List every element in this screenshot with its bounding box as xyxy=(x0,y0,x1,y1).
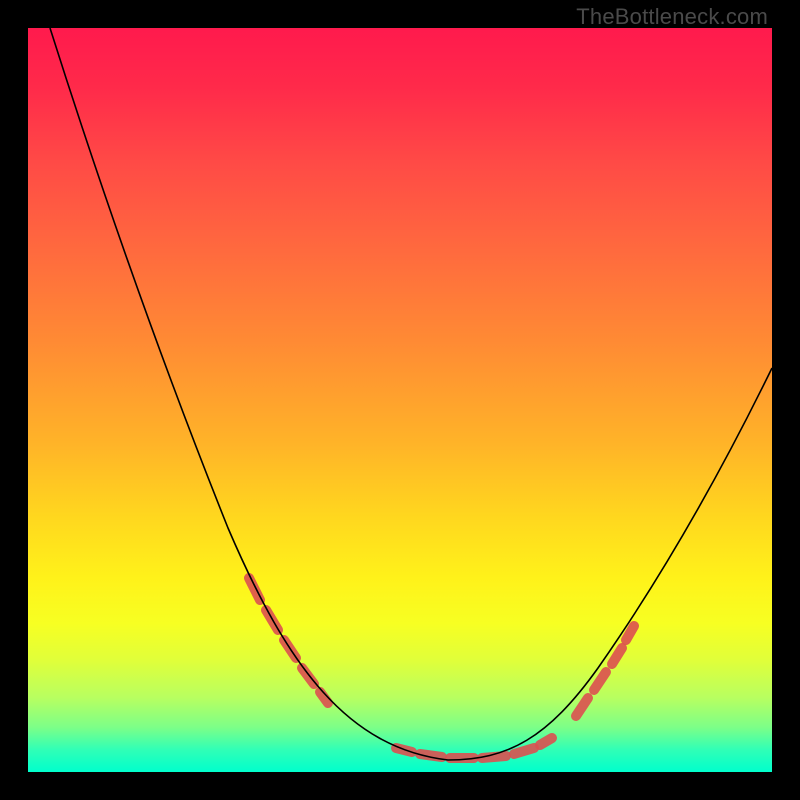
curve-svg xyxy=(28,28,772,772)
plot-area xyxy=(28,28,772,772)
seg-right-4 xyxy=(626,626,634,640)
seg-right-1 xyxy=(576,698,588,716)
seg-valley-5 xyxy=(514,748,534,754)
seg-left-1 xyxy=(249,578,260,600)
seg-right-3 xyxy=(612,648,622,664)
watermark: TheBottleneck.com xyxy=(576,4,768,30)
seg-left-4 xyxy=(302,668,314,684)
highlight-segments xyxy=(249,578,634,758)
outer-frame: TheBottleneck.com xyxy=(0,0,800,800)
seg-valley-6 xyxy=(540,738,552,745)
seg-right-2 xyxy=(594,672,606,690)
bottleneck-curve-line xyxy=(50,28,772,760)
